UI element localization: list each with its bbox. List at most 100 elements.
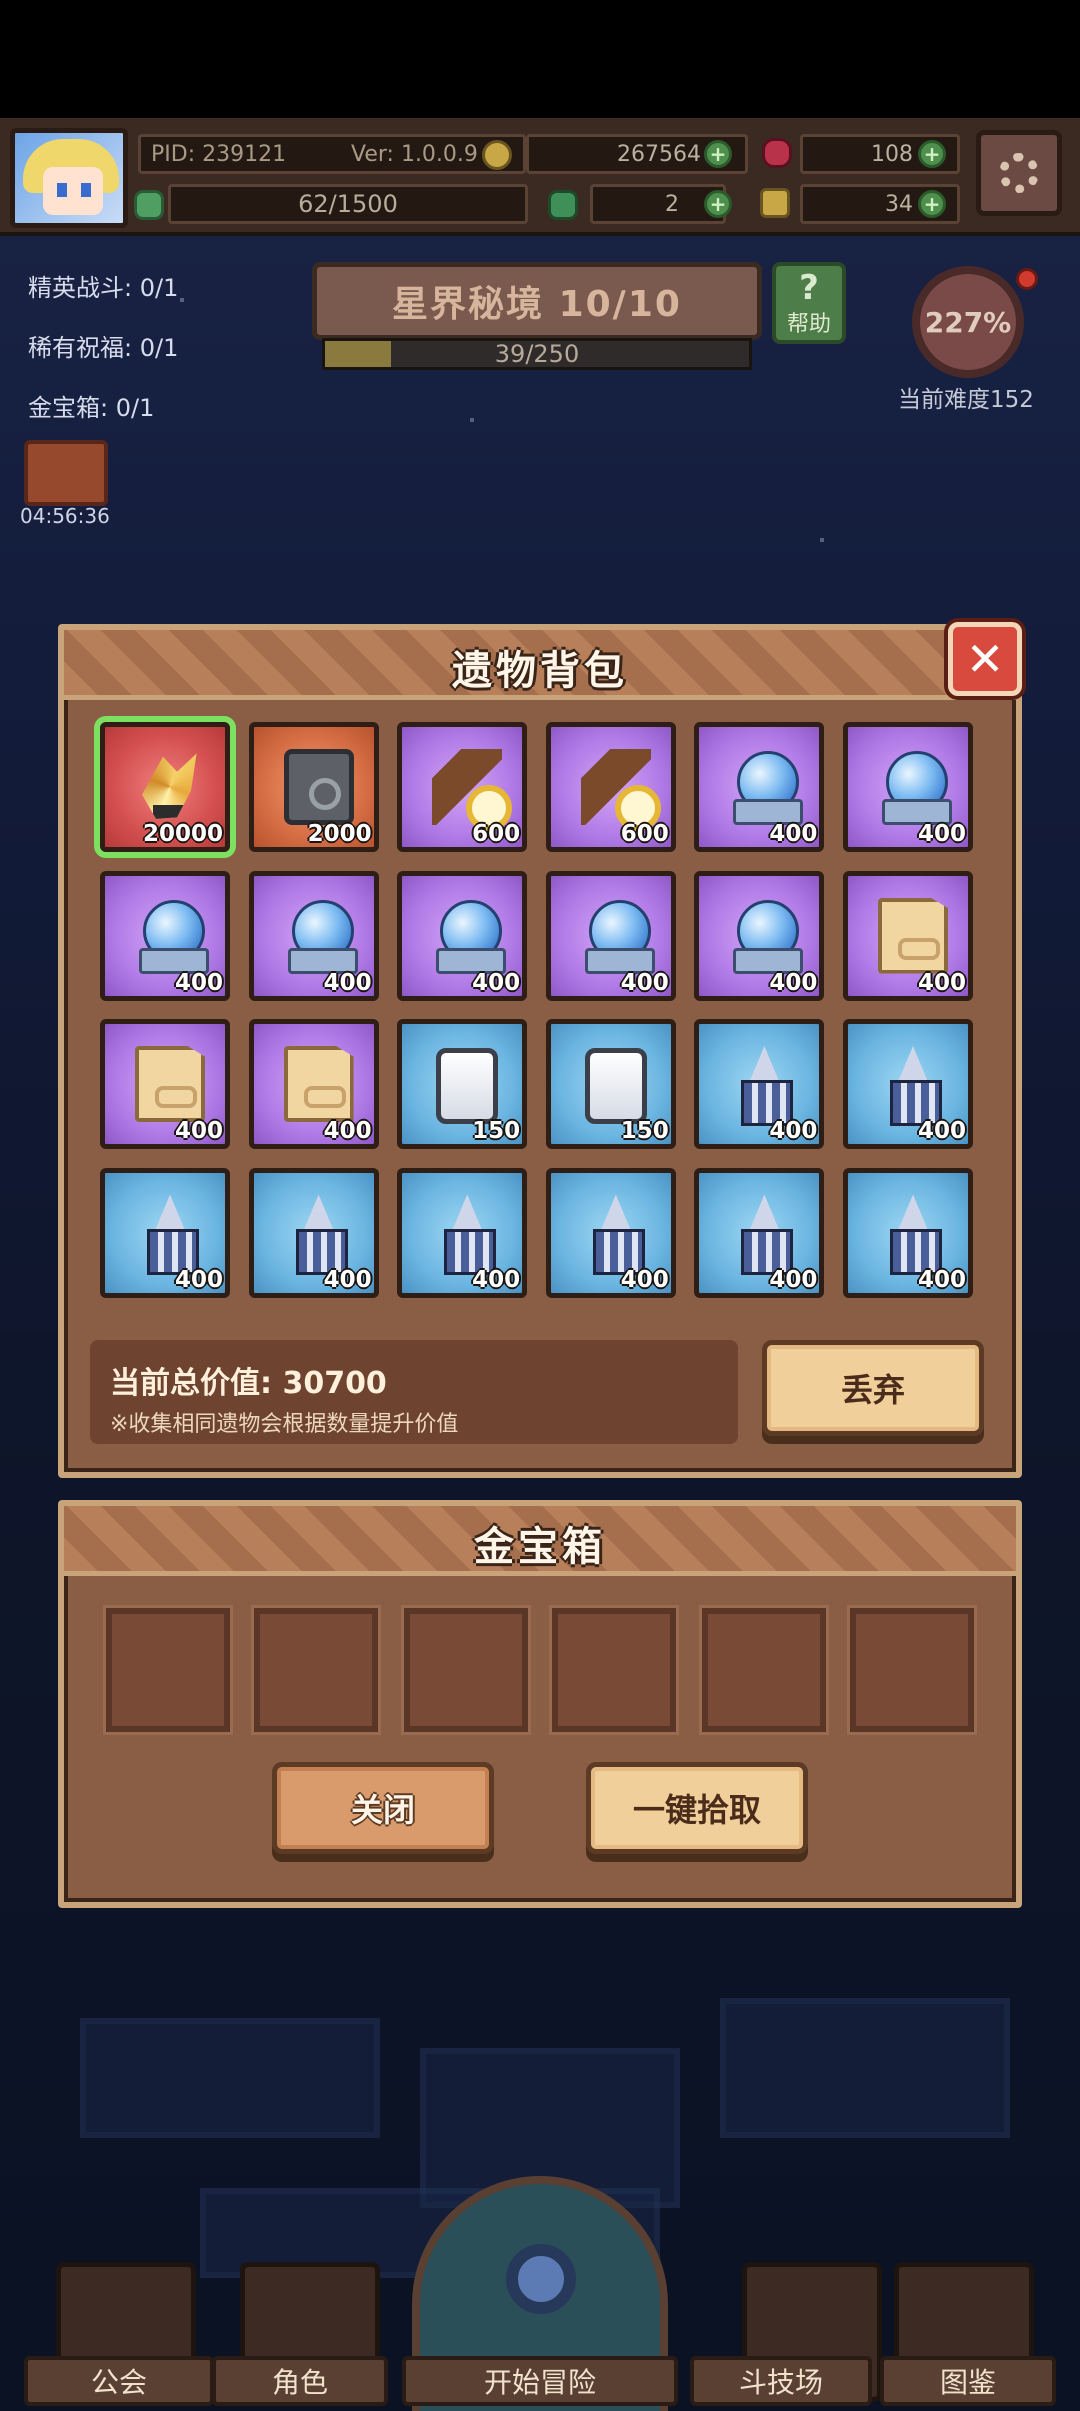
difficulty-percent: 227%	[924, 305, 1012, 339]
help-button[interactable]: ? 帮助	[772, 262, 846, 344]
relic-value: 400	[472, 969, 521, 996]
pawn-figure-icon	[878, 1046, 948, 1126]
settings-gear-icon[interactable]	[976, 130, 1062, 216]
chest-slot[interactable]	[254, 1608, 378, 1732]
elite-battle-progress: 精英战斗: 0/1	[28, 274, 179, 302]
relic-value: 400	[174, 1266, 223, 1293]
total-value-text: 当前总价值: 30700	[110, 1366, 387, 1401]
crystal-orb-icon	[878, 749, 952, 825]
relic-slot[interactable]: 400	[248, 1019, 379, 1149]
pid-bar: PID: 239121 Ver: 1.0.0.9	[138, 134, 526, 174]
add-gold-icon[interactable]: +	[704, 140, 732, 168]
relic-slot[interactable]: 400	[843, 870, 973, 1001]
relic-slot[interactable]: 400	[248, 870, 379, 1001]
relic-slot[interactable]: 150	[397, 1019, 528, 1149]
relic-value: 400	[917, 1266, 966, 1293]
relic-value: 400	[917, 969, 966, 996]
stamina-leaf-icon	[134, 190, 164, 220]
relic-slot[interactable]: 400	[694, 722, 825, 852]
nav-codex[interactable]: 图鉴	[880, 2356, 1056, 2406]
relic-slot[interactable]: 20000	[100, 722, 230, 852]
relic-value: 400	[323, 1266, 372, 1293]
add-clover-icon[interactable]: +	[704, 190, 732, 218]
chest-slot[interactable]	[106, 1608, 230, 1732]
player-avatar[interactable]	[10, 128, 128, 228]
gem-icon	[762, 138, 792, 168]
relic-value: 20000	[142, 821, 223, 847]
magnifier-icon	[506, 2244, 576, 2314]
relic-slot[interactable]: 400	[397, 1167, 528, 1298]
relic-value: 400	[620, 1266, 669, 1293]
relic-slot[interactable]: 400	[843, 722, 973, 852]
relic-value: 400	[174, 969, 223, 996]
stone-tablet-icon	[584, 1048, 647, 1124]
question-icon: ?	[799, 268, 819, 308]
add-gem-icon[interactable]: +	[918, 140, 946, 168]
nav-character[interactable]: 角色	[212, 2356, 388, 2406]
difficulty-gauge[interactable]: 227%	[912, 266, 1024, 378]
relic-value: 150	[620, 1118, 669, 1144]
add-key-icon[interactable]: +	[918, 190, 946, 218]
scroll-icon	[283, 1046, 354, 1122]
total-value-box: 当前总价值: 30700 ※收集相同遗物会根据数量提升价值	[90, 1340, 738, 1444]
relic-value: 400	[323, 1118, 372, 1144]
iron-box-icon	[283, 749, 354, 825]
relic-value: 400	[769, 821, 818, 847]
relic-slot[interactable]: 400	[843, 1167, 973, 1298]
relic-value: 2000	[307, 821, 372, 847]
nav-guild[interactable]: 公会	[24, 2356, 214, 2406]
gold-chest-progress: 金宝箱: 0/1	[28, 394, 155, 422]
relic-slot[interactable]: 150	[545, 1019, 676, 1149]
gold-crystal-icon	[142, 753, 197, 819]
relic-value: 400	[769, 1118, 818, 1144]
crystal-orb-icon	[581, 898, 655, 974]
relic-bag-title: 遗物背包	[452, 648, 628, 694]
relic-slot[interactable]: 400	[100, 1019, 230, 1149]
stamina-bar: 62/1500	[168, 184, 528, 224]
relic-slot[interactable]: 400	[397, 870, 528, 1001]
version-text: Ver: 1.0.0.9	[351, 141, 478, 167]
relic-slot[interactable]: 400	[694, 870, 825, 1001]
pawn-figure-icon	[729, 1195, 799, 1275]
stage-progress-bar: 39/250	[322, 338, 752, 370]
stamina-text: 62/1500	[298, 190, 398, 218]
clover-icon	[548, 190, 578, 220]
stage-progress-text: 39/250	[494, 340, 580, 368]
nav-arena[interactable]: 斗技场	[690, 2356, 872, 2406]
scroll-icon	[135, 1046, 205, 1122]
relic-slot[interactable]: 400	[248, 1167, 379, 1298]
relic-slot[interactable]: 400	[843, 1019, 973, 1149]
relic-slot[interactable]: 600	[397, 722, 528, 852]
discard-button[interactable]: 丢弃	[762, 1340, 984, 1436]
pawn-figure-icon	[581, 1195, 651, 1275]
relic-value: 400	[917, 821, 966, 847]
pawn-figure-icon	[135, 1195, 205, 1275]
relic-slot[interactable]: 600	[545, 722, 676, 852]
relic-value: 600	[472, 821, 521, 847]
close-icon[interactable]: ✕	[948, 622, 1022, 696]
pid-text: PID: 239121	[151, 141, 287, 167]
relic-value: 400	[323, 969, 372, 996]
relic-slot[interactable]: 2000	[248, 722, 379, 852]
treasure-chest-icon[interactable]	[24, 440, 108, 506]
chest-slot[interactable]	[552, 1608, 676, 1732]
relic-slot[interactable]: 400	[694, 1019, 825, 1149]
chest-slot[interactable]	[404, 1608, 528, 1732]
close-button[interactable]: 关闭	[272, 1762, 494, 1854]
relic-slot[interactable]: 400	[545, 870, 676, 1001]
relic-slot[interactable]: 400	[100, 1167, 230, 1298]
help-label: 帮助	[786, 312, 831, 337]
chest-slot[interactable]	[850, 1608, 974, 1732]
pickup-all-button[interactable]: 一键拾取	[586, 1762, 808, 1854]
relic-value: 150	[472, 1118, 521, 1144]
relic-slot[interactable]: 400	[545, 1167, 676, 1298]
notification-dot	[1016, 268, 1038, 290]
relic-value: 400	[769, 1266, 818, 1293]
relic-slot[interactable]: 400	[100, 870, 230, 1001]
chest-slot[interactable]	[702, 1608, 826, 1732]
relic-value: 400	[472, 1266, 521, 1293]
relic-value: 400	[620, 969, 669, 996]
relic-value: 400	[917, 1118, 966, 1144]
relic-slot[interactable]: 400	[694, 1167, 825, 1298]
nav-start-adventure[interactable]: 开始冒险	[402, 2356, 678, 2406]
